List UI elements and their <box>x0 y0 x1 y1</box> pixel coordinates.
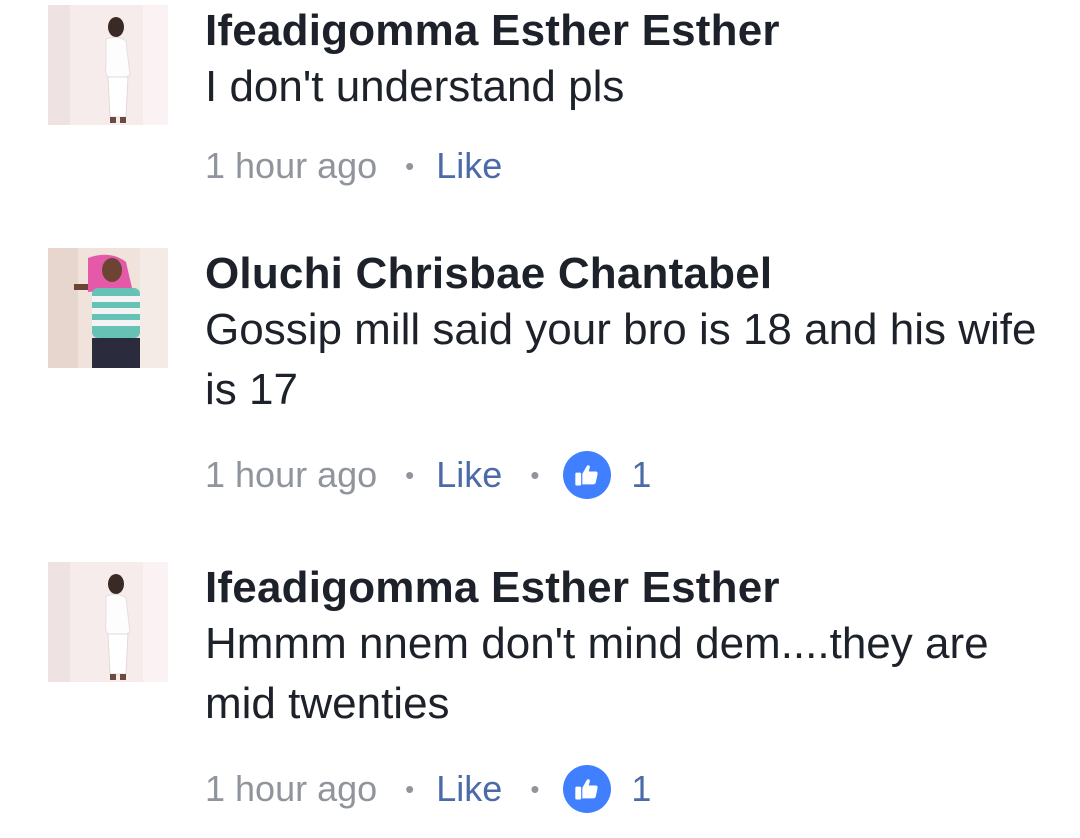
comment-meta: 1 hour ago • Like • 1 <box>205 764 651 814</box>
comment-timestamp[interactable]: 1 hour ago <box>205 454 377 496</box>
like-button[interactable]: Like <box>436 145 502 187</box>
comment-text: I don't understand pls <box>205 62 625 111</box>
profile-photo-icon <box>48 5 168 125</box>
thumbs-up-icon[interactable] <box>563 451 612 499</box>
comment-meta: 1 hour ago • Like <box>205 141 502 191</box>
thumbs-up-glyph <box>575 465 599 486</box>
comment-author[interactable]: Ifeadigomma Esther Esther <box>205 5 1045 57</box>
comment-text: Gossip mill said your bro is 18 and his … <box>205 305 1037 414</box>
thumbs-up-icon[interactable] <box>563 765 612 813</box>
separator-dot: • <box>405 773 415 804</box>
separator-dot: • <box>530 459 540 490</box>
avatar[interactable] <box>48 5 168 125</box>
separator-dot: • <box>405 150 415 181</box>
profile-photo-icon <box>48 248 168 368</box>
comment-body: Ifeadigomma Esther Esther I don't unders… <box>205 5 1045 117</box>
reaction-count[interactable]: 1 <box>631 454 651 496</box>
like-button[interactable]: Like <box>436 454 502 496</box>
avatar[interactable] <box>48 562 168 682</box>
comment-timestamp[interactable]: 1 hour ago <box>205 768 377 810</box>
avatar[interactable] <box>48 248 168 368</box>
comment-author[interactable]: Oluchi Chrisbae Chantabel <box>205 248 1045 300</box>
reaction-count[interactable]: 1 <box>631 768 651 810</box>
comment-timestamp[interactable]: 1 hour ago <box>205 145 377 187</box>
separator-dot: • <box>405 459 415 490</box>
comment-meta: 1 hour ago • Like • 1 <box>205 450 651 500</box>
comment-body: Oluchi Chrisbae Chantabel Gossip mill sa… <box>205 248 1045 420</box>
profile-photo-icon <box>48 562 168 682</box>
thumbs-up-glyph <box>575 779 599 800</box>
like-button[interactable]: Like <box>436 768 502 810</box>
separator-dot: • <box>530 773 540 804</box>
comment-text: Hmmm nnem don't mind dem....they are mid… <box>205 619 989 728</box>
comment-body: Ifeadigomma Esther Esther Hmmm nnem don'… <box>205 562 1045 734</box>
comment-author[interactable]: Ifeadigomma Esther Esther <box>205 562 1045 614</box>
